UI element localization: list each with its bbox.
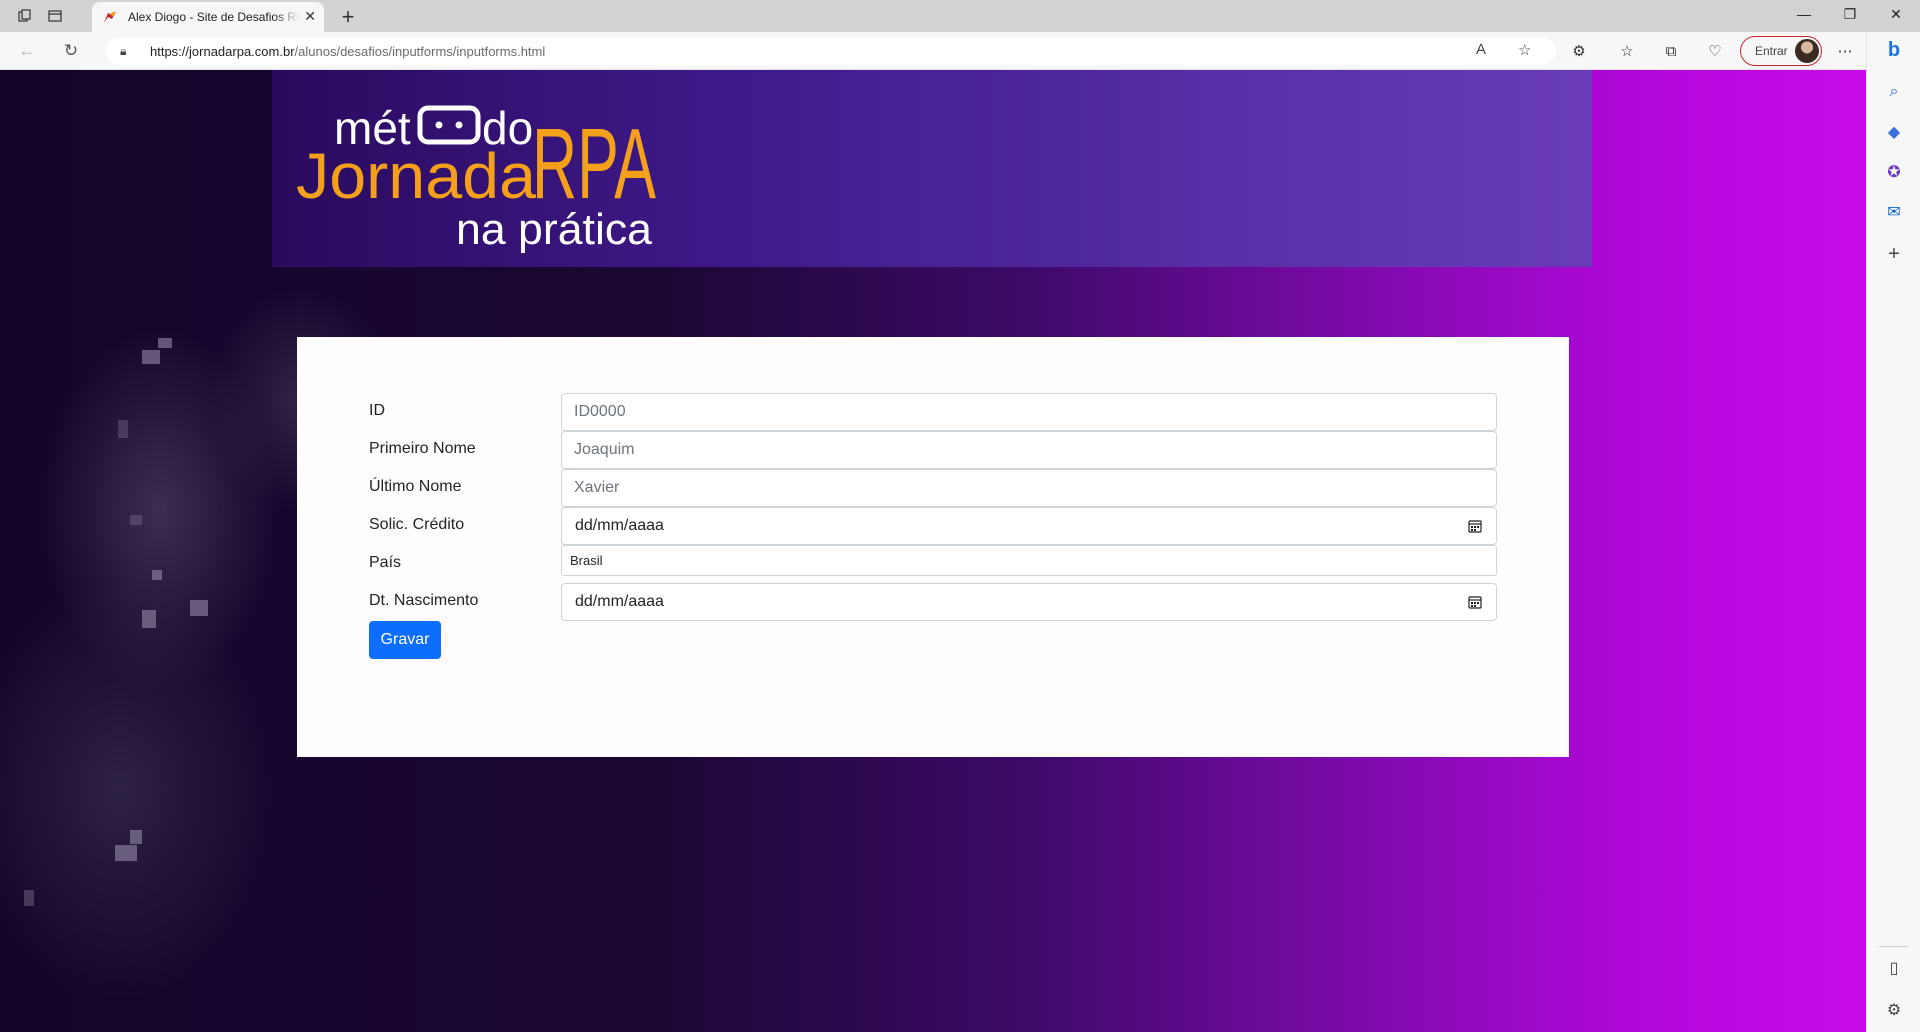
back-icon[interactable]: ←	[16, 40, 38, 62]
more-menu-icon[interactable]: ⋯	[1834, 40, 1856, 62]
close-window-icon[interactable]: ✕	[1884, 6, 1908, 23]
browser-tab[interactable]: Alex Diogo - Site de Desafios RPA ✕	[92, 2, 324, 32]
tools-icon[interactable]: ✪	[1882, 160, 1906, 184]
restore-icon[interactable]: ❐	[1838, 6, 1862, 23]
url-host: https://jornadarpa.com.br	[150, 43, 295, 59]
sidebar-divider	[1879, 946, 1909, 947]
address-toolbar: ← ↻ 🔒︎ https://jornadarpa.com.br/alunos/…	[0, 32, 1920, 70]
hide-sidebar-icon[interactable]: ▯	[1882, 956, 1906, 980]
logo-text-na-pratica: na prática	[456, 205, 653, 254]
favorites-icon[interactable]: ☆	[1616, 40, 1638, 62]
refresh-icon[interactable]: ↻	[60, 40, 82, 62]
browser-title-bar: Alex Diogo - Site de Desafios RPA ✕ + — …	[0, 0, 1920, 32]
tab-actions-icon[interactable]	[44, 6, 66, 26]
form-row-submit: Gravar	[369, 621, 1497, 659]
birth-date-label: Dt. Nascimento	[369, 592, 479, 609]
credit-date-input[interactable]: dd/mm/aaaa	[561, 507, 1497, 545]
first-name-input[interactable]	[561, 431, 1497, 469]
form-row-first-name: Primeiro Nome	[369, 431, 1497, 469]
form-row-credit-date: Solic. Crédito dd/mm/aaaa	[369, 507, 1497, 545]
form-row-country: País Brasil	[369, 545, 1497, 583]
country-select[interactable]: Brasil	[561, 545, 1497, 576]
url-bar[interactable]: 🔒︎ https://jornadarpa.com.br/alunos/desa…	[106, 37, 1556, 65]
form-row-last-name: Último Nome	[369, 469, 1497, 507]
birth-date-value: dd/mm/aaaa	[575, 593, 664, 610]
first-name-label: Primeiro Nome	[369, 440, 476, 457]
form-row-id: ID	[369, 393, 1497, 431]
edge-sidebar: b ⌕ ◆ ✪ ✉ + ▯ ⚙	[1866, 32, 1920, 1032]
outlook-icon[interactable]: ✉	[1882, 200, 1906, 224]
new-tab-icon[interactable]: +	[336, 4, 360, 30]
close-tab-icon[interactable]: ✕	[304, 8, 316, 25]
form-card: ID Primeiro Nome Último Nome Solic. Créd…	[297, 337, 1569, 757]
workspaces-icon[interactable]	[14, 6, 36, 26]
avatar	[1795, 39, 1819, 63]
birth-date-input[interactable]: dd/mm/aaaa	[561, 583, 1497, 621]
save-button[interactable]: Gravar	[369, 621, 441, 659]
robot-face-icon	[417, 105, 481, 145]
read-aloud-icon[interactable]: A	[1476, 41, 1486, 58]
credit-date-value: dd/mm/aaaa	[575, 517, 664, 534]
tab-title: Alex Diogo - Site de Desafios RPA	[128, 10, 300, 24]
country-label: País	[369, 554, 402, 571]
id-label: ID	[369, 402, 385, 419]
logo-text-jornada: Jornada	[296, 140, 536, 212]
header-banner: mét do Jornada RPA na prática	[272, 70, 1592, 267]
country-selected-value: Brasil	[570, 553, 603, 568]
logo-text-rpa: RPA	[532, 108, 656, 220]
extensions-icon[interactable]: ⚙	[1568, 40, 1590, 62]
minimize-icon[interactable]: —	[1792, 6, 1816, 22]
last-name-input[interactable]	[561, 469, 1497, 507]
calendar-icon[interactable]	[1468, 595, 1482, 609]
page-viewport: mét do Jornada RPA na prática ID Primeir…	[0, 70, 1866, 1032]
shopping-tag-icon[interactable]: ◆	[1882, 120, 1906, 144]
bing-copilot-icon[interactable]: b	[1882, 38, 1906, 62]
jornada-rpa-logo: mét do Jornada RPA na prática	[296, 102, 656, 254]
last-name-label: Último Nome	[369, 478, 462, 495]
id-input[interactable]	[561, 393, 1497, 431]
signin-label: Entrar	[1755, 44, 1788, 58]
collections-icon[interactable]: ⧉	[1660, 40, 1682, 62]
favorite-star-icon[interactable]: ☆	[1518, 41, 1531, 59]
add-sidebar-app-icon[interactable]: +	[1882, 242, 1906, 266]
url-path: /alunos/desafios/inputforms/inputforms.h…	[294, 43, 546, 59]
credit-date-label: Solic. Crédito	[369, 516, 465, 533]
calendar-icon[interactable]	[1468, 519, 1482, 533]
browser-essentials-icon[interactable]: ♡	[1704, 40, 1726, 62]
form-row-birth-date: Dt. Nascimento dd/mm/aaaa	[369, 583, 1497, 621]
search-icon[interactable]: ⌕	[1882, 80, 1906, 104]
site-favicon-icon	[104, 11, 116, 23]
settings-gear-icon[interactable]: ⚙	[1882, 998, 1906, 1022]
signin-button[interactable]: Entrar	[1740, 36, 1822, 66]
lock-icon[interactable]: 🔒︎	[120, 44, 138, 59]
